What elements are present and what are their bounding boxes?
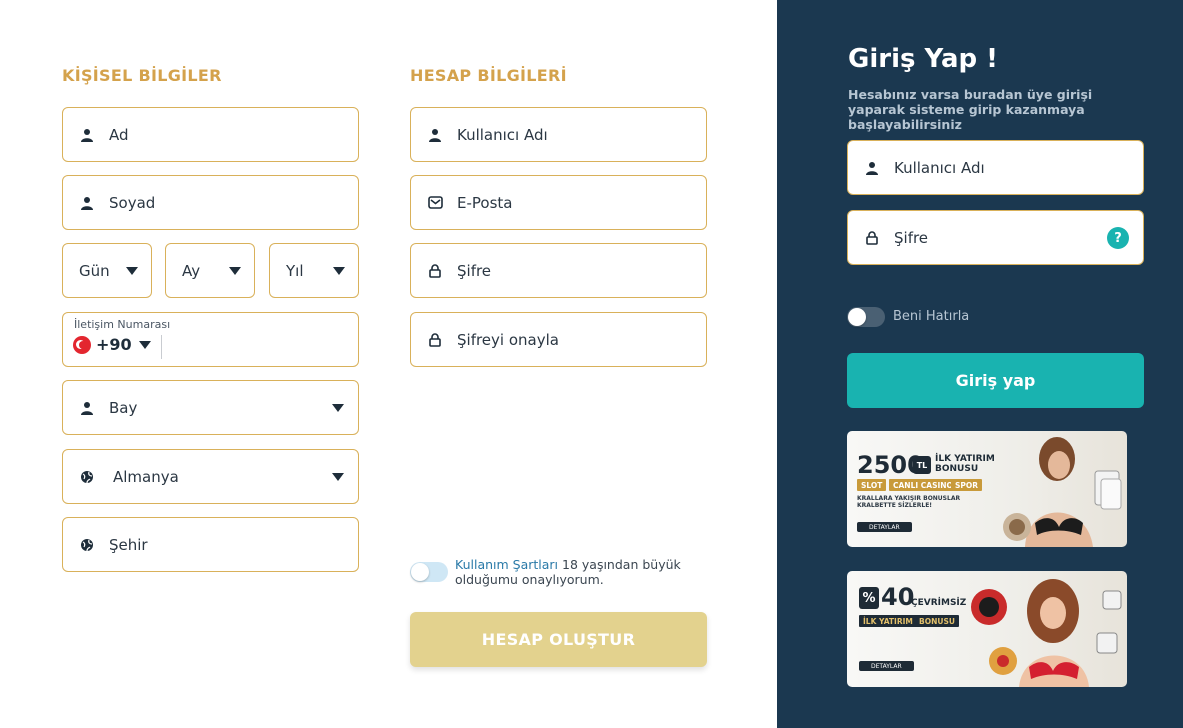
birth-day-label: Gün	[79, 261, 110, 280]
phone-label: İletişim Numarası	[74, 318, 171, 331]
turkey-flag-icon	[73, 335, 91, 354]
banner-headline: İLK YATIRIM BONUSU	[935, 454, 995, 474]
country-value: Almanya	[113, 467, 179, 486]
banner-details-button[interactable]: DETAYLAR	[859, 661, 914, 671]
currency-badge: TL	[913, 456, 931, 474]
first-name-placeholder: Ad	[109, 125, 129, 144]
phone-divider	[161, 335, 162, 359]
terms-toggle[interactable]	[410, 562, 448, 582]
lock-icon	[427, 263, 443, 279]
birth-year-label: Yıl	[286, 261, 304, 280]
lock-icon	[864, 230, 880, 246]
country-code: +90	[96, 335, 132, 354]
user-icon	[79, 400, 95, 416]
login-button[interactable]: Giriş yap	[847, 353, 1144, 408]
login-subtitle: Hesabınız varsa buradan üye girişi yapar…	[848, 87, 1093, 132]
banner-headline: ÇEVRİMSİZ	[911, 598, 967, 608]
banner-model-illustration	[971, 579, 1122, 687]
password-confirm-placeholder: Şifreyi onayla	[457, 330, 559, 349]
phone-field[interactable]: İletişim Numarası +90	[62, 312, 359, 367]
banner-tag: İLK YATIRIM	[859, 615, 917, 627]
login-password-placeholder: Şifre	[894, 228, 929, 247]
register-username-field[interactable]: Kullanıcı Adı	[410, 107, 707, 162]
country-select[interactable]: Almanya	[62, 449, 359, 504]
password-confirm-field[interactable]: Şifreyi onayla	[410, 312, 707, 367]
bonus-banner-40[interactable]: % 40 ÇEVRİMSİZ İLK YATIRIM BONUSU DETAYL…	[847, 571, 1127, 687]
user-icon	[79, 195, 95, 211]
banner-amount: 40	[881, 583, 915, 611]
account-info-title: HESAP BİLGİLERİ	[410, 66, 567, 85]
banner-model-illustration	[1003, 437, 1122, 547]
birth-year-select[interactable]: Yıl	[269, 243, 359, 298]
terms-toggle-knob	[411, 563, 429, 581]
chevron-down-icon	[126, 266, 138, 275]
birth-month-label: Ay	[182, 261, 201, 280]
last-name-field[interactable]: Soyad	[62, 175, 359, 230]
bonus-banner-2500[interactable]: 2500 TL İLK YATIRIM BONUSU SLOT CANLI CA…	[847, 431, 1127, 547]
remember-me-toggle[interactable]	[847, 307, 885, 327]
user-icon	[79, 127, 95, 143]
first-name-field[interactable]: Ad	[62, 107, 359, 162]
chevron-down-icon	[333, 266, 345, 275]
globe-icon	[79, 537, 95, 553]
chevron-down-icon	[138, 340, 151, 349]
help-icon[interactable]: ?	[1107, 227, 1129, 249]
mail-icon	[427, 195, 443, 211]
user-icon	[427, 127, 443, 143]
chevron-down-icon	[229, 266, 241, 275]
login-title: Giriş Yap !	[848, 44, 999, 74]
banner-tag: SLOT	[857, 479, 887, 491]
login-username-placeholder: Kullanıcı Adı	[894, 158, 985, 177]
banner-tag: SPOR	[951, 479, 983, 491]
terms-link[interactable]: Kullanım Şartları	[455, 557, 558, 572]
gender-value: Bay	[109, 398, 138, 417]
user-icon	[864, 160, 880, 176]
remember-me-label: Beni Hatırla	[893, 309, 970, 324]
banner-tag: BONUSU	[915, 615, 959, 627]
login-password-field[interactable]: Şifre ?	[847, 210, 1144, 265]
lock-icon	[427, 332, 443, 348]
register-username-placeholder: Kullanıcı Adı	[457, 125, 548, 144]
remember-me-toggle-knob	[848, 308, 866, 326]
email-placeholder: E-Posta	[457, 193, 513, 212]
chevron-down-icon	[332, 472, 344, 481]
birth-month-select[interactable]: Ay	[165, 243, 255, 298]
globe-icon	[79, 469, 95, 485]
country-code-select[interactable]: +90	[73, 335, 151, 354]
banner-slogan: KRALLARA YAKIŞIR BONUSLAR KRALBETTE SİZL…	[857, 495, 961, 509]
terms-text: Kullanım Şartları 18 yaşından büyük oldu…	[455, 557, 695, 587]
register-password-field[interactable]: Şifre	[410, 243, 707, 298]
chevron-down-icon	[332, 403, 344, 412]
register-password-placeholder: Şifre	[457, 261, 492, 280]
birth-day-select[interactable]: Gün	[62, 243, 152, 298]
percent-badge: %	[859, 587, 879, 609]
city-placeholder: Şehir	[109, 535, 148, 554]
banner-details-button[interactable]: DETAYLAR	[857, 522, 912, 532]
banner-tag: CANLI CASINO	[889, 479, 957, 491]
login-username-field[interactable]: Kullanıcı Adı	[847, 140, 1144, 195]
city-field[interactable]: Şehir	[62, 517, 359, 572]
personal-info-title: KİŞİSEL BİLGİLER	[62, 66, 222, 85]
email-field[interactable]: E-Posta	[410, 175, 707, 230]
last-name-placeholder: Soyad	[109, 193, 156, 212]
gender-select[interactable]: Bay	[62, 380, 359, 435]
create-account-button[interactable]: HESAP OLUŞTUR	[410, 612, 707, 667]
